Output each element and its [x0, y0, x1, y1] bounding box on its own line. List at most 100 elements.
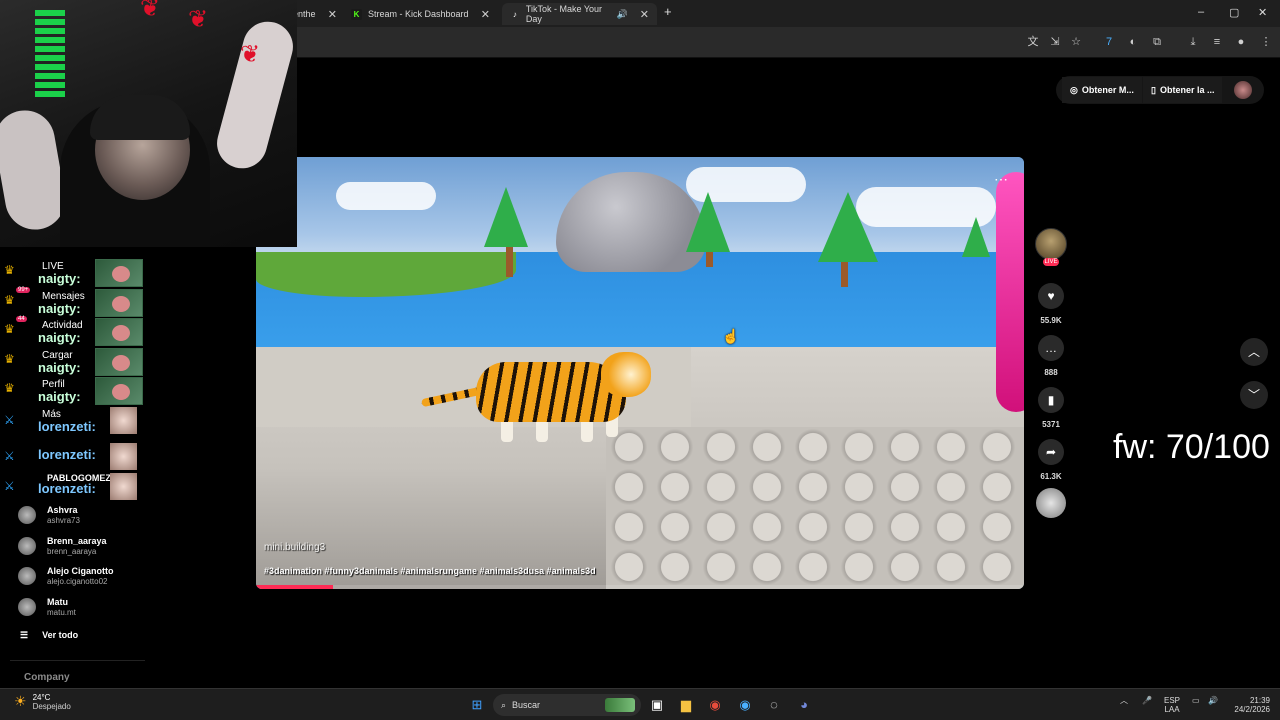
user-avatar[interactable] [1234, 81, 1252, 99]
sidebar-item-activity[interactable]: ♛ 44 Actividad naigty: [0, 318, 150, 346]
profile-icon[interactable]: ● [1234, 35, 1248, 49]
weather-widget[interactable]: ☀ 24°C Despejado [14, 693, 71, 711]
clock[interactable]: 21:39 24/2/2026 [1226, 696, 1270, 714]
volume-icon[interactable]: 🔊 [1208, 696, 1218, 705]
music-disc-icon[interactable] [1036, 488, 1066, 518]
chat-emote [95, 318, 143, 346]
see-all-button[interactable]: ☰ Ver todo [20, 630, 78, 641]
video-progress-fill [256, 585, 333, 589]
translate-icon[interactable]: 文 [1026, 35, 1040, 49]
video-hashtags[interactable]: #3danimation #funny3danimals #animalsrun… [264, 566, 596, 576]
see-all-label: Ver todo [42, 630, 78, 641]
scene-tiger [421, 352, 651, 442]
notification-badge: 99+ [16, 287, 30, 293]
more-options-icon[interactable]: ⋯ [994, 171, 1008, 188]
tiktok-icon: ♪ [510, 9, 520, 20]
restore-button[interactable]: ▢ [1229, 6, 1239, 19]
video-player[interactable]: ⋯ mini.building3 #3danimation #funny3dan… [256, 157, 1024, 589]
creator-avatar[interactable] [1035, 228, 1067, 260]
close-icon[interactable]: ✕ [328, 8, 337, 21]
chevron-down-icon: ﹀ [1248, 388, 1260, 402]
extension-icon[interactable]: 7 [1102, 35, 1116, 49]
share-button[interactable]: ➦ [1038, 439, 1064, 465]
following-name: Matu [47, 597, 68, 607]
live-badge: LIVE [1043, 258, 1059, 266]
microphone-icon[interactable]: 🎤 [1142, 696, 1152, 705]
following-username: alejo.ciganotto02 [47, 577, 108, 586]
menu-icon[interactable]: ⋮ [1259, 35, 1273, 49]
chat-username: lorenzeti: [38, 447, 96, 462]
following-item[interactable]: Ashvra ashvra73 [0, 503, 150, 534]
share-icon: ➦ [1046, 445, 1056, 459]
install-icon[interactable]: ⇲ [1048, 35, 1062, 49]
comment-button[interactable]: … [1038, 335, 1064, 361]
clock-date: 24/2/2026 [1226, 705, 1270, 714]
crown-icon: ♛ [4, 322, 15, 336]
sidebar-item-messages[interactable]: ♛ 99+ Mensajes naigty: [0, 289, 150, 317]
minimize-button[interactable]: – [1198, 6, 1204, 18]
download-icon[interactable]: ⤓ [1186, 35, 1200, 49]
video-progress-bar[interactable] [256, 585, 1024, 589]
following-item[interactable]: Alejo Ciganotto alejo.ciganotto02 [0, 564, 150, 595]
close-icon[interactable]: ✕ [640, 8, 649, 21]
audio-meter [35, 10, 65, 100]
tab-stream-kick[interactable]: K Stream - Kick Dashboard ✕ [343, 3, 498, 25]
keyboard-layout: LAA [1164, 705, 1180, 714]
dark-mode-icon[interactable]: ◐ [1126, 35, 1140, 49]
following-item[interactable]: Brenn_aaraya brenn_aaraya [0, 534, 150, 565]
tab-label: Stream - Kick Dashboard [368, 9, 469, 19]
webcam-overlay: ❦ ❦ ❦ ❦ [0, 0, 297, 247]
chevron-up-icon[interactable]: ︿ [1120, 696, 1128, 705]
following-item[interactable]: Matu matu.mt [0, 595, 150, 626]
following-username: brenn_aaraya [47, 547, 96, 556]
company-link[interactable]: Company [24, 672, 70, 683]
chrome-icon[interactable]: ◉ [706, 696, 724, 714]
get-app-button[interactable]: ▯ Obtener la ... [1143, 77, 1222, 103]
temperature: 24°C [33, 693, 71, 702]
video-author[interactable]: mini.building3 [264, 542, 325, 553]
crown-icon: ♛ [4, 381, 15, 395]
puzzle-icon[interactable]: ⧉ [1150, 35, 1164, 49]
close-window-button[interactable]: ✕ [1258, 6, 1267, 19]
desktop-screen: enthe ✕ K Stream - Kick Dashboard ✕ ♪ Ti… [0, 0, 1280, 720]
new-tab-button[interactable]: + [664, 4, 672, 19]
sword-icon: ⚔ [4, 449, 15, 463]
previous-video-button[interactable]: ︿ [1240, 338, 1268, 366]
chat-line: ⚔ PABLOGOMEZ... lorenzeti: [0, 473, 150, 501]
obs-icon[interactable]: ◌ [765, 696, 783, 714]
file-explorer-icon[interactable]: ▆ [677, 696, 695, 714]
taskbar-search[interactable]: ⌕ Buscar [493, 694, 641, 716]
save-button[interactable]: ▮ [1038, 387, 1064, 413]
playlist-icon[interactable]: ≡ [1210, 35, 1224, 49]
windows-start-icon[interactable]: ⊞ [468, 696, 486, 714]
crown-icon: ♛ [4, 263, 15, 277]
comment-icon: … [1045, 341, 1057, 355]
sidebar-item-more[interactable]: ⚔ Más lorenzeti: [0, 407, 150, 435]
search-placeholder: Buscar [512, 700, 540, 710]
chat-emote [95, 377, 143, 405]
sidebar-item-upload[interactable]: ♛ Cargar naigty: [0, 348, 150, 376]
butterfly-icon: ❦ [188, 5, 208, 34]
network-icon[interactable]: ▭ [1192, 696, 1200, 705]
following-name: Brenn_aaraya [47, 536, 107, 546]
task-view-icon[interactable]: ▣ [648, 696, 666, 714]
get-coins-button[interactable]: ◎ Obtener M... [1062, 77, 1142, 103]
sidebar-item-live[interactable]: ♛ LIVE naigty: [0, 259, 150, 287]
scene-tree [962, 217, 990, 257]
next-video-button[interactable]: ﹀ [1240, 381, 1268, 409]
speaker-icon[interactable]: 🔊 [617, 9, 628, 20]
following-username: matu.mt [47, 608, 76, 617]
like-button[interactable]: ♥ [1038, 283, 1064, 309]
webcam-hat [90, 95, 190, 140]
sidebar-divider [10, 660, 145, 661]
tab-tiktok[interactable]: ♪ TikTok - Make Your Day 🔊 ✕ [502, 3, 657, 25]
comment-count: 888 [1034, 368, 1068, 377]
chrome-active-icon[interactable]: ◉ [736, 696, 754, 714]
save-count: 5371 [1034, 420, 1068, 429]
close-icon[interactable]: ✕ [481, 8, 490, 21]
sidebar-item-profile[interactable]: ♛ Perfil naigty: [0, 377, 150, 405]
star-icon[interactable]: ☆ [1069, 35, 1083, 49]
chat-username: lorenzeti: [38, 481, 96, 496]
discord-icon[interactable]: ◕ [795, 696, 813, 714]
language-indicator[interactable]: ESP LAA [1164, 696, 1180, 714]
